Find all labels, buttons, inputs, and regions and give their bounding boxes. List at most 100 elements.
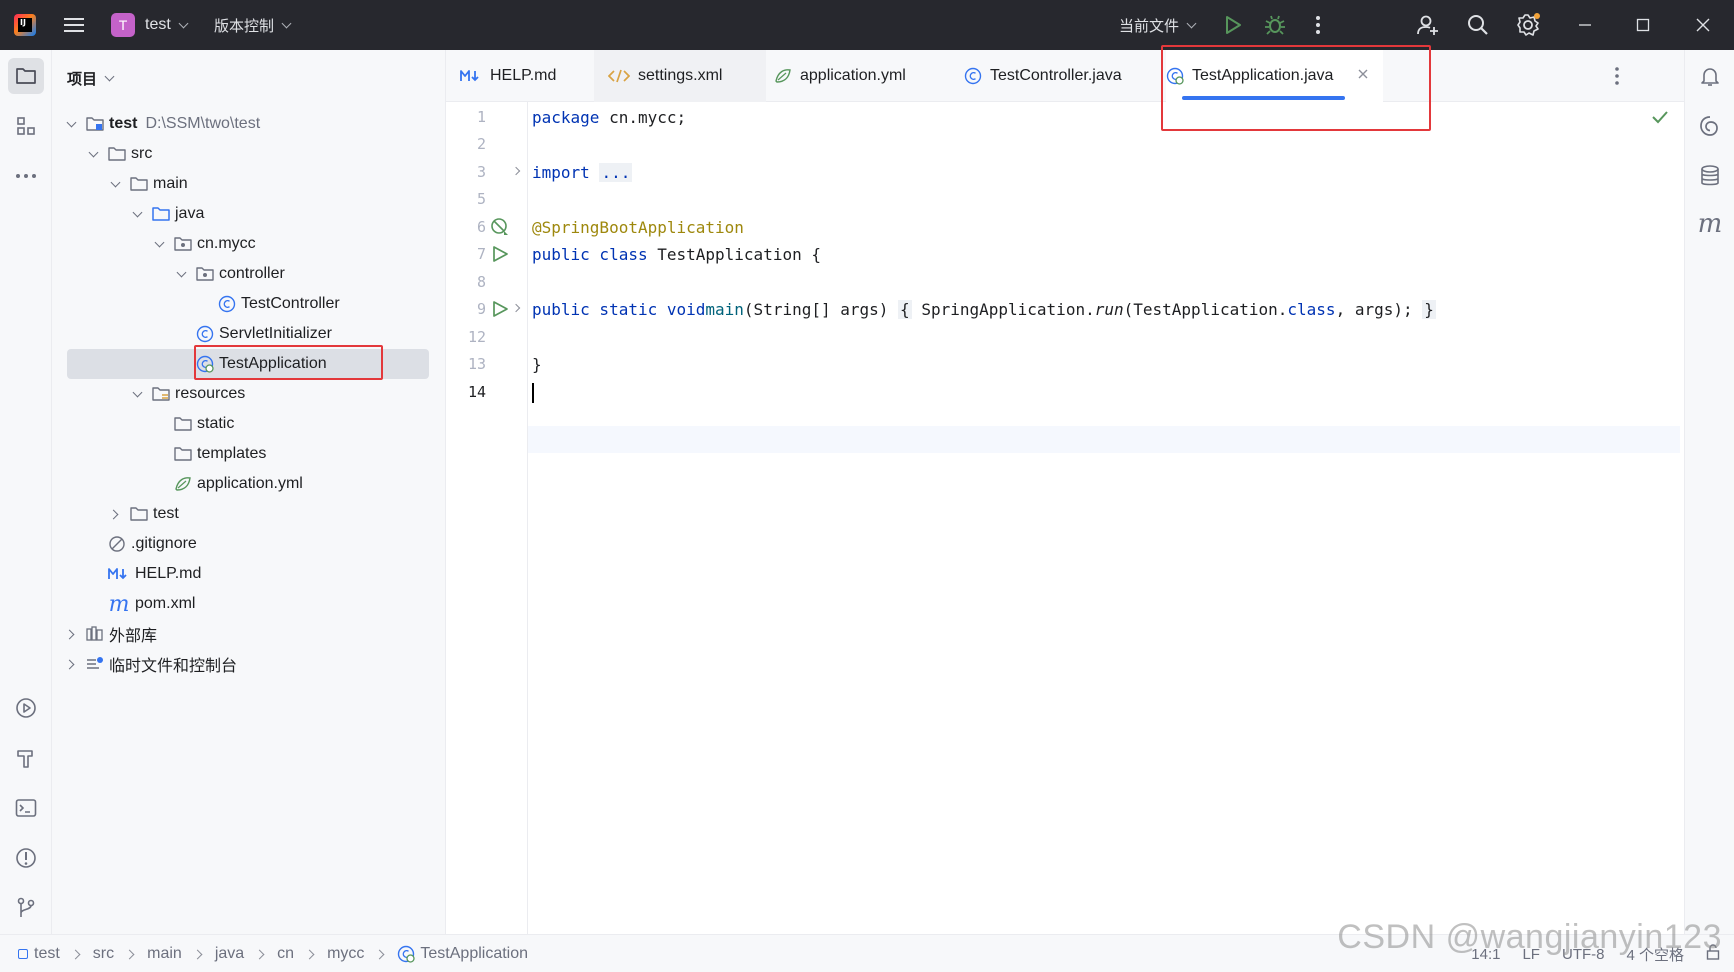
editor-area: HELP.md settings.xml application.yml Tes… bbox=[446, 50, 1684, 934]
expand-chevron-icon[interactable] bbox=[174, 267, 188, 281]
tab-application-yml[interactable]: application.yml bbox=[774, 50, 906, 102]
tree-item-scratches[interactable]: 临时文件和控制台 bbox=[52, 649, 446, 679]
expand-chevron-icon[interactable] bbox=[130, 387, 144, 401]
tree-item-pom-xml[interactable]: m pom.xml bbox=[52, 589, 446, 619]
run-config-selector[interactable]: 当前文件 bbox=[1119, 0, 1197, 50]
tree-item-label: static bbox=[197, 415, 235, 432]
module-folder-icon bbox=[86, 115, 104, 133]
line-number: 1 bbox=[476, 108, 486, 126]
run-gutter-icon[interactable] bbox=[490, 299, 510, 319]
tab-more-icon[interactable] bbox=[1614, 66, 1620, 90]
settings-gear-icon[interactable] bbox=[1515, 12, 1541, 38]
folded-imports[interactable]: ... bbox=[599, 163, 633, 182]
run-gutter-icon[interactable] bbox=[490, 244, 510, 264]
fold-expand-icon[interactable] bbox=[511, 166, 523, 178]
line-number: 12 bbox=[467, 328, 486, 346]
tree-item-label: main bbox=[153, 175, 188, 192]
tree-item-src[interactable]: src bbox=[52, 139, 446, 169]
run-icon[interactable] bbox=[1220, 12, 1246, 38]
vcs-menu[interactable]: 版本控制 bbox=[214, 0, 292, 50]
collapse-chevron-icon[interactable] bbox=[64, 627, 78, 641]
expand-chevron-icon[interactable] bbox=[86, 147, 100, 161]
tree-item-test-folder[interactable]: test bbox=[52, 499, 446, 529]
problems-icon[interactable] bbox=[8, 840, 44, 876]
expand-chevron-icon[interactable] bbox=[64, 117, 78, 131]
tree-item-label: .gitignore bbox=[131, 535, 197, 552]
tree-item-servletinitializer[interactable]: ServletInitializer bbox=[52, 319, 446, 349]
structure-icon[interactable] bbox=[8, 108, 44, 144]
tree-item-main[interactable]: main bbox=[52, 169, 446, 199]
breadcrumb-item[interactable]: test bbox=[18, 945, 60, 963]
maven-icon: m bbox=[108, 591, 130, 617]
more-tools-icon[interactable] bbox=[8, 158, 44, 194]
add-user-icon[interactable] bbox=[1415, 12, 1441, 38]
git-branch-icon[interactable] bbox=[8, 890, 44, 926]
project-tool-folder-icon[interactable] bbox=[8, 58, 44, 94]
tree-item-label: controller bbox=[219, 265, 285, 282]
chevron-down-icon bbox=[1186, 18, 1197, 28]
tab-help-md[interactable]: HELP.md bbox=[460, 50, 556, 102]
collapse-chevron-icon[interactable] bbox=[108, 507, 122, 521]
minimize-window-icon[interactable] bbox=[1572, 12, 1598, 38]
spring-yaml-icon bbox=[774, 67, 792, 85]
close-window-icon[interactable] bbox=[1690, 12, 1716, 38]
breadcrumb-item[interactable]: main bbox=[147, 945, 182, 963]
active-tab-indicator bbox=[1182, 96, 1346, 100]
more-actions-icon[interactable] bbox=[1305, 12, 1331, 38]
tree-item-controller[interactable]: controller bbox=[52, 259, 446, 289]
build-hammer-icon[interactable] bbox=[8, 740, 44, 776]
database-icon[interactable] bbox=[1694, 160, 1726, 192]
tree-item-external-libraries[interactable]: 外部库 bbox=[52, 619, 446, 649]
debug-icon[interactable] bbox=[1262, 12, 1288, 38]
tree-item-resources[interactable]: resources bbox=[52, 379, 446, 409]
close-tab-icon[interactable] bbox=[1357, 67, 1369, 85]
collapse-chevron-icon[interactable] bbox=[64, 657, 78, 671]
expand-chevron-icon[interactable] bbox=[130, 207, 144, 221]
notifications-bell-icon[interactable] bbox=[1694, 60, 1726, 92]
breadcrumb-separator-icon bbox=[304, 949, 315, 959]
services-run-icon[interactable] bbox=[8, 690, 44, 726]
tree-item-static[interactable]: static bbox=[52, 409, 446, 439]
expand-chevron-icon[interactable] bbox=[108, 177, 122, 191]
terminal-icon[interactable] bbox=[8, 790, 44, 826]
tree-item-templates[interactable]: templates bbox=[52, 439, 446, 469]
class-icon bbox=[964, 67, 982, 85]
tree-item-test-module[interactable]: test D:\SSM\two\test bbox=[52, 109, 446, 139]
project-panel: 项目 test D:\SSM\two\test src main java cn… bbox=[52, 50, 446, 934]
breadcrumb-item[interactable]: src bbox=[93, 945, 114, 963]
breadcrumb-item[interactable]: java bbox=[215, 945, 244, 963]
project-panel-title: 项目 bbox=[67, 71, 98, 88]
code-line bbox=[532, 379, 534, 406]
tab-settings-xml[interactable]: settings.xml bbox=[594, 50, 767, 102]
ai-assistant-icon[interactable] bbox=[1694, 110, 1726, 142]
tab-testapplication-java[interactable]: TestApplication.java bbox=[1166, 50, 1384, 102]
breadcrumb-item[interactable]: cn bbox=[277, 945, 294, 963]
tree-item-application-yml[interactable]: application.yml bbox=[52, 469, 446, 499]
project-panel-header[interactable]: 项目 bbox=[67, 68, 115, 89]
spring-bean-gutter-icon[interactable] bbox=[490, 217, 510, 237]
breadcrumb-separator-icon bbox=[254, 949, 265, 959]
breadcrumb-item[interactable]: mycc bbox=[327, 945, 364, 963]
search-icon[interactable] bbox=[1465, 12, 1491, 38]
tree-item-gitignore[interactable]: .gitignore bbox=[52, 529, 446, 559]
tree-item-testapplication[interactable]: TestApplication bbox=[67, 349, 429, 379]
tree-item-java[interactable]: java bbox=[52, 199, 446, 229]
folder-icon bbox=[174, 445, 192, 463]
breadcrumb-item[interactable]: TestApplication bbox=[397, 945, 528, 963]
tree-item-help-md[interactable]: HELP.md bbox=[52, 559, 446, 589]
no-problems-check-icon[interactable] bbox=[1652, 110, 1668, 128]
intellij-logo-icon[interactable]: IJ bbox=[14, 0, 36, 50]
expand-chevron-icon[interactable] bbox=[152, 237, 166, 251]
maximize-window-icon[interactable] bbox=[1630, 12, 1656, 38]
breadcrumb-separator-icon bbox=[124, 949, 135, 959]
tree-item-cn-mycc[interactable]: cn.mycc bbox=[52, 229, 446, 259]
code-line: package cn.mycc; bbox=[532, 108, 687, 127]
tab-testcontroller-java[interactable]: TestController.java bbox=[964, 50, 1122, 102]
tree-item-testcontroller[interactable]: TestController bbox=[52, 289, 446, 319]
fold-expand-icon[interactable] bbox=[511, 303, 523, 315]
main-menu-button[interactable] bbox=[64, 0, 84, 50]
project-switcher[interactable]: T test bbox=[111, 0, 189, 50]
library-icon bbox=[86, 625, 104, 643]
code-line: public static void main (String[] args) {… bbox=[532, 300, 1436, 319]
maven-tool-icon[interactable]: m bbox=[1694, 208, 1726, 240]
